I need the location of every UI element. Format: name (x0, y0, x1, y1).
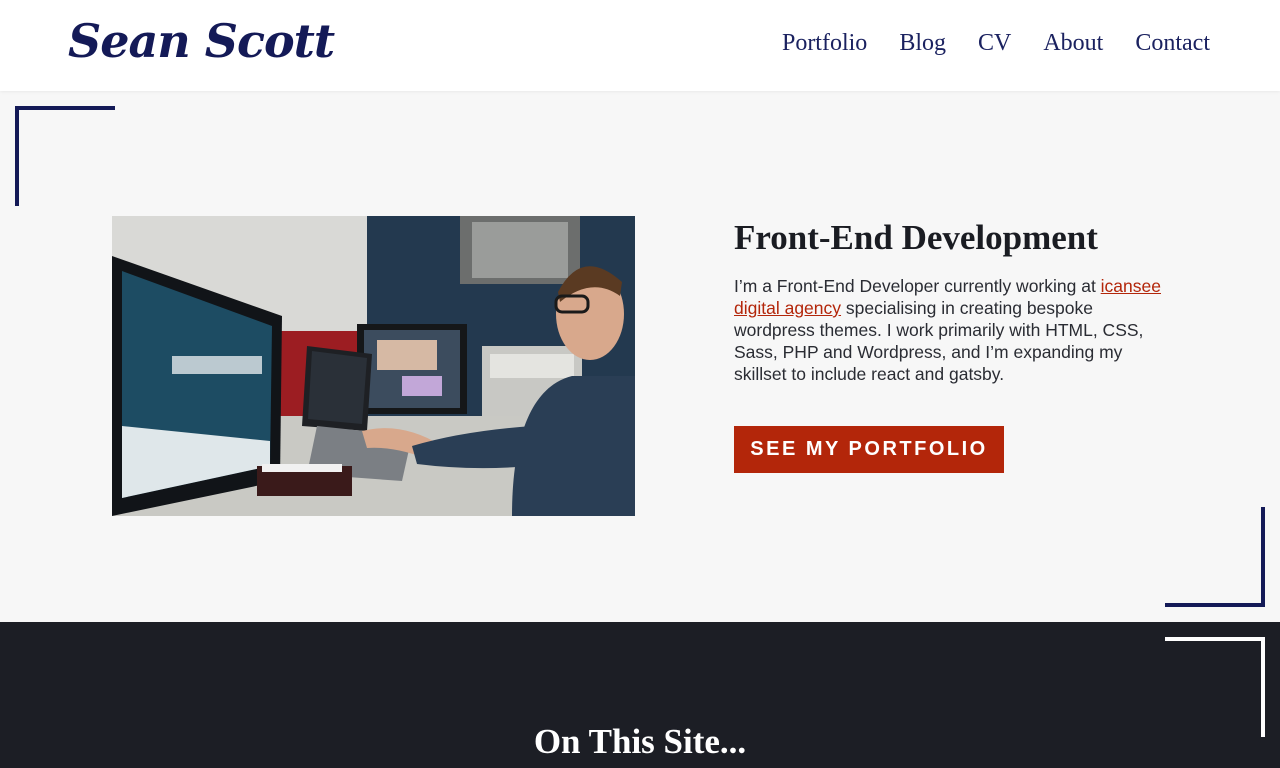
decorative-corner-top-left (15, 106, 115, 206)
see-portfolio-button[interactable]: SEE MY PORTFOLIO (734, 426, 1004, 473)
hero-description: I’m a Front-End Developer currently work… (734, 275, 1174, 385)
nav-cv[interactable]: CV (978, 30, 1011, 57)
section-title: On This Site... (533, 722, 747, 761)
hero-text-intro: I’m a Front-End Developer currently work… (734, 276, 1101, 296)
decorative-corner-top-right (1165, 637, 1265, 737)
hero-title: Front-End Development (734, 218, 1098, 257)
nav-contact[interactable]: Contact (1135, 30, 1210, 57)
nav-blog[interactable]: Blog (899, 30, 946, 57)
decorative-corner-bottom-right (1165, 507, 1265, 607)
hero-photo (112, 216, 635, 516)
nav-about[interactable]: About (1043, 30, 1103, 57)
main-nav: Portfolio Blog CV About Contact (782, 30, 1210, 57)
site-logo[interactable]: Sean Scott (68, 14, 335, 68)
site-header: Sean Scott Portfolio Blog CV About Conta… (0, 0, 1280, 91)
nav-portfolio[interactable]: Portfolio (782, 30, 867, 57)
